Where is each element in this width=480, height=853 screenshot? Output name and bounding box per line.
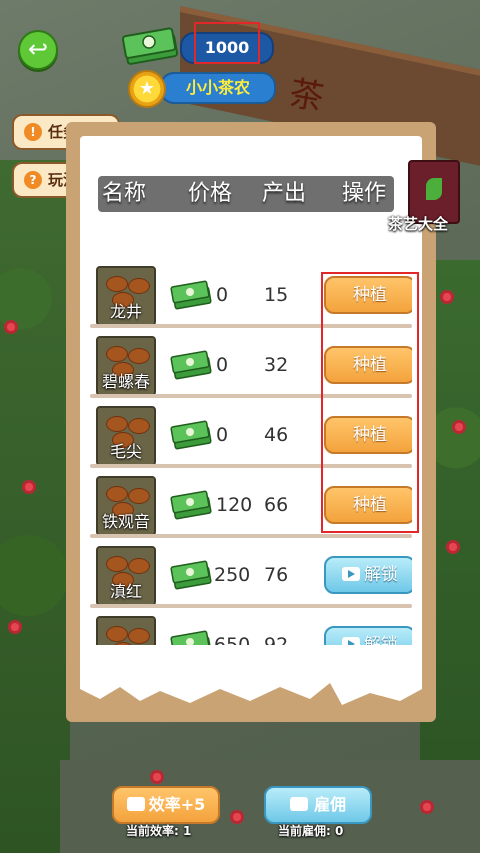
header-price: 价格 (188, 181, 233, 206)
plant-buttons-highlight-box (321, 272, 419, 533)
tea-name: 龙井 (109, 302, 142, 321)
flower (230, 810, 244, 824)
player-rank: 小小茶农 (160, 72, 276, 104)
back-arrow-icon: ↩ (27, 35, 49, 63)
cash-icon (170, 630, 212, 645)
video-ad-icon (289, 797, 308, 811)
tea-price: 250 (214, 564, 251, 586)
tea-price: 0 (216, 354, 229, 376)
cash-stack-icon (121, 27, 179, 65)
tea-encyclopedia-label[interactable]: 茶艺大全 (388, 213, 448, 234)
cash-icon (170, 560, 212, 590)
tea-output: 15 (264, 284, 289, 306)
flower (446, 540, 460, 554)
hire-label: 雇佣 (313, 795, 346, 814)
row-divider (90, 534, 412, 538)
cash-icon (170, 350, 212, 380)
unlock-button[interactable]: 解锁 (324, 556, 412, 594)
bushes-left (0, 160, 70, 853)
efficiency-boost-label: 效率+5 (148, 795, 206, 814)
flower (452, 420, 466, 434)
video-ad-icon (126, 797, 145, 811)
unlock-button[interactable]: 解锁 (324, 626, 412, 645)
medal-icon: ★ (128, 70, 166, 108)
row-divider (90, 604, 412, 608)
tea-price: 120 (216, 494, 253, 516)
tea-price: 0 (216, 284, 229, 306)
tea-output: 46 (264, 424, 289, 446)
tea-output: 92 (264, 634, 289, 645)
hire-button[interactable]: 雇佣 (264, 786, 372, 824)
tea-name: 毛尖 (109, 442, 142, 461)
header-name: 名称 (102, 181, 147, 206)
cash-icon (170, 420, 212, 450)
video-ad-icon (342, 637, 360, 645)
header-output: 产出 (262, 181, 307, 206)
header-action: 操作 (342, 181, 387, 206)
current-efficiency: 当前效率: 1 (126, 824, 192, 838)
tea-leaf-thumbnail (96, 616, 156, 645)
tea-price: 0 (216, 424, 229, 446)
cash-icon (170, 490, 212, 520)
tea-row: 滇红 250 76 解锁 (90, 542, 412, 612)
tea-price: 650 (214, 634, 251, 645)
unlock-label: 解锁 (364, 565, 398, 585)
flower (4, 320, 18, 334)
torn-paper-edge (80, 683, 422, 709)
tea-output: 66 (264, 494, 289, 516)
flower (440, 290, 454, 304)
tea-name: 滇红 (109, 582, 142, 601)
unlock-label: 解锁 (364, 635, 398, 645)
question-icon: ? (24, 171, 42, 189)
flower (420, 800, 434, 814)
efficiency-boost-button[interactable]: 效率+5 (112, 786, 220, 824)
tea-name: 铁观音 (101, 512, 150, 531)
cash-icon (170, 280, 212, 310)
exclamation-icon: ! (24, 123, 42, 141)
video-ad-icon (342, 567, 360, 581)
tea-row: 650 92 解锁 (90, 612, 412, 645)
money-highlight-box (194, 22, 260, 64)
tea-output: 76 (264, 564, 289, 586)
tea-output: 32 (264, 354, 289, 376)
flower (150, 770, 164, 784)
flower (8, 620, 22, 634)
back-button[interactable]: ↩ (18, 30, 58, 70)
tea-name: 碧螺春 (101, 372, 150, 391)
flower (22, 480, 36, 494)
current-hires: 当前雇佣: 0 (278, 824, 344, 838)
